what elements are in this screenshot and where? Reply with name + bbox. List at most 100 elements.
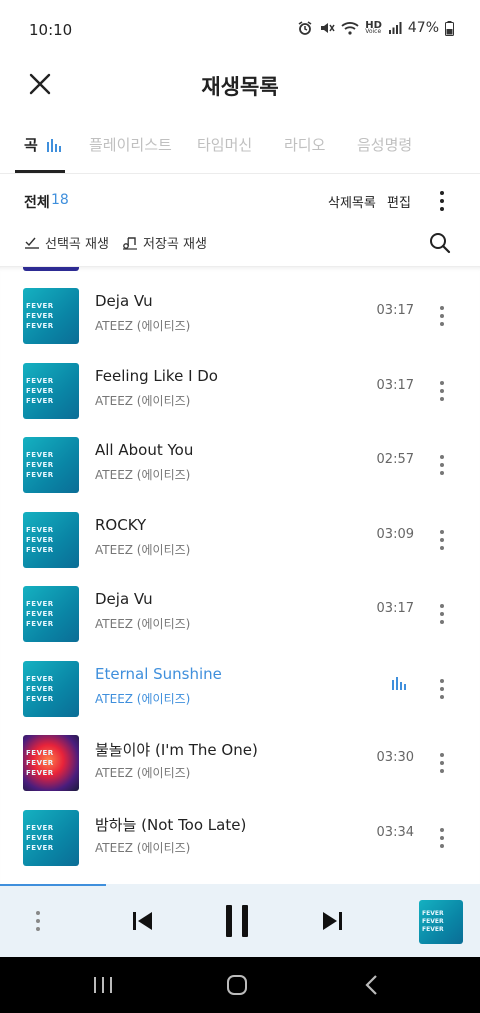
status-time: 10:10	[29, 21, 73, 39]
tab-timemachine[interactable]: 타임머신	[197, 134, 252, 155]
album-art-text: FEVER	[26, 312, 54, 320]
track-title: 불놀이야 (I'm The One)	[95, 741, 258, 759]
track-title: All About You	[95, 441, 194, 459]
album-art-text: FEVER	[26, 674, 54, 683]
album-art-text: FEVER	[26, 620, 54, 628]
now-playing-album-art[interactable]: FEVER FEVER FEVER	[419, 900, 463, 944]
count-row: 전체 18 삭제목록 편집	[0, 186, 480, 216]
tab-bar: 곡 플레이리스트 타임머신 라디오 음성명령	[0, 126, 480, 174]
all-label: 전체	[24, 195, 50, 211]
album-art-text: FEVER	[26, 823, 54, 832]
album-art-text: FEVER	[26, 451, 54, 459]
deleted-list-button[interactable]: 삭제목록	[328, 192, 376, 211]
album-art-text: FEVER	[26, 769, 54, 777]
album-art-text: FEVER	[26, 600, 54, 608]
album-art-text: FEVER	[26, 376, 54, 385]
album-art-text: FEVER	[26, 461, 54, 469]
edit-button[interactable]: 편집	[387, 192, 411, 211]
track-more-icon[interactable]	[432, 751, 452, 775]
track-title: Eternal Sunshine	[95, 664, 222, 683]
album-art: FEVER FEVER FEVER	[23, 437, 79, 493]
play-saved-button[interactable]: 저장곡 재생	[122, 233, 207, 252]
music-note-icon	[123, 236, 137, 250]
mini-player: FEVER FEVER FEVER	[0, 884, 480, 957]
tab-songs-label: 곡	[24, 136, 38, 154]
track-more-icon[interactable]	[432, 453, 452, 477]
search-icon[interactable]	[428, 231, 452, 255]
album-art-text: FEVER	[422, 918, 444, 925]
track-title: Feeling Like I Do	[95, 366, 218, 385]
track-more-icon[interactable]	[432, 677, 452, 701]
battery-percent: 47%	[407, 20, 439, 36]
battery-icon	[445, 20, 454, 36]
album-art-text: FEVER	[26, 386, 54, 395]
album-art-text: FEVER	[26, 694, 54, 703]
more-options-icon[interactable]	[432, 189, 452, 213]
track-row[interactable]: FEVER FEVER FEVER 불놀이야 (I'm The One) ATEEZ (…	[0, 726, 480, 800]
track-more-icon[interactable]	[432, 602, 452, 626]
album-art-text: FEVER	[26, 535, 54, 544]
track-row[interactable]: FEVER FEVER FEVER Deja Vu ATEEZ (에이티즈) 03:17	[0, 279, 480, 353]
album-art-text: FEVER	[26, 322, 54, 330]
album-art-text: FEVER	[422, 926, 444, 933]
wifi-icon	[341, 22, 359, 35]
home-icon[interactable]	[226, 974, 248, 996]
track-artist: ATEEZ (에이티즈)	[95, 617, 191, 631]
signal-icon	[388, 22, 402, 34]
track-row[interactable]: FEVER FEVER FEVER Feeling Like I Do ATEEZ (에…	[0, 354, 480, 428]
play-selected-button[interactable]: 선택곡 재생	[24, 233, 109, 252]
album-art-text: FEVER	[26, 396, 54, 405]
tab-radio[interactable]: 라디오	[284, 134, 325, 155]
track-more-icon[interactable]	[432, 304, 452, 328]
previous-track-icon[interactable]	[131, 909, 155, 933]
check-play-icon	[25, 237, 39, 249]
track-list[interactable]: FEVER FEVER FEVER Deja Vu ATEEZ (에이티즈) 03:17 F…	[0, 266, 480, 884]
track-count: 18	[51, 192, 69, 208]
track-title: Deja Vu	[95, 590, 153, 608]
album-art: FEVER FEVER FEVER	[23, 735, 79, 791]
status-bar: 10:10 HD Voice 47%	[0, 0, 480, 62]
tab-songs[interactable]: 곡	[24, 134, 62, 155]
track-row[interactable]: FEVER FEVER FEVER 밤하늘 (Not Too Late) ATEEZ (…	[0, 801, 480, 875]
album-art-text: FEVER	[26, 525, 54, 534]
next-track-icon[interactable]	[320, 909, 344, 933]
equalizer-icon	[47, 139, 62, 152]
track-title: 밤하늘 (Not Too Late)	[95, 815, 247, 834]
album-art-text: FEVER	[26, 302, 54, 310]
track-duration: 03:09	[376, 526, 414, 542]
track-more-icon[interactable]	[432, 528, 452, 552]
album-art: FEVER FEVER FEVER	[23, 511, 79, 568]
track-artist: ATEEZ (에이티즈)	[95, 319, 191, 333]
album-art: FEVER FEVER FEVER	[23, 586, 79, 642]
network-voice: Voice	[365, 27, 382, 35]
track-duration: 03:17	[376, 601, 414, 616]
album-art: FEVER FEVER FEVER	[23, 362, 79, 419]
recent-apps-icon[interactable]	[92, 975, 114, 995]
track-row[interactable]: FEVER FEVER FEVER ROCKY ATEEZ (에이티즈) 03:09	[0, 503, 480, 577]
track-artist: ATEEZ (에이티즈)	[95, 691, 191, 706]
track-artist: ATEEZ (에이티즈)	[95, 840, 191, 855]
track-more-icon[interactable]	[432, 379, 452, 403]
track-duration: 03:17	[376, 303, 414, 318]
track-duration: 03:17	[376, 377, 414, 393]
track-artist: ATEEZ (에이티즈)	[95, 766, 191, 780]
pause-icon[interactable]	[222, 903, 252, 939]
album-art-partial	[23, 267, 79, 271]
album-art: FEVER FEVER FEVER	[23, 288, 79, 344]
back-icon[interactable]	[363, 974, 381, 996]
tab-playlist[interactable]: 플레이리스트	[89, 134, 172, 155]
play-selected-label: 선택곡 재생	[45, 237, 109, 252]
track-row[interactable]: FEVER FEVER FEVER Eternal Sunshine ATEEZ (에이…	[0, 652, 480, 726]
status-icons: HD Voice 47%	[297, 20, 454, 36]
album-art: FEVER FEVER FEVER	[23, 660, 79, 717]
more-options-icon[interactable]	[28, 908, 48, 934]
album-art-text: FEVER	[26, 610, 54, 618]
track-more-icon[interactable]	[432, 826, 452, 850]
tab-active-indicator	[15, 170, 65, 173]
track-artist: ATEEZ (에이티즈)	[95, 393, 191, 408]
album-art: FEVER FEVER FEVER	[23, 809, 79, 866]
playback-progress[interactable]	[0, 884, 106, 886]
track-row[interactable]: FEVER FEVER FEVER Deja Vu ATEEZ (에이티즈) 03:17	[0, 577, 480, 651]
track-row[interactable]: FEVER FEVER FEVER All About You ATEEZ (에이티즈)…	[0, 428, 480, 502]
tab-voice-command[interactable]: 음성명령	[357, 134, 412, 155]
